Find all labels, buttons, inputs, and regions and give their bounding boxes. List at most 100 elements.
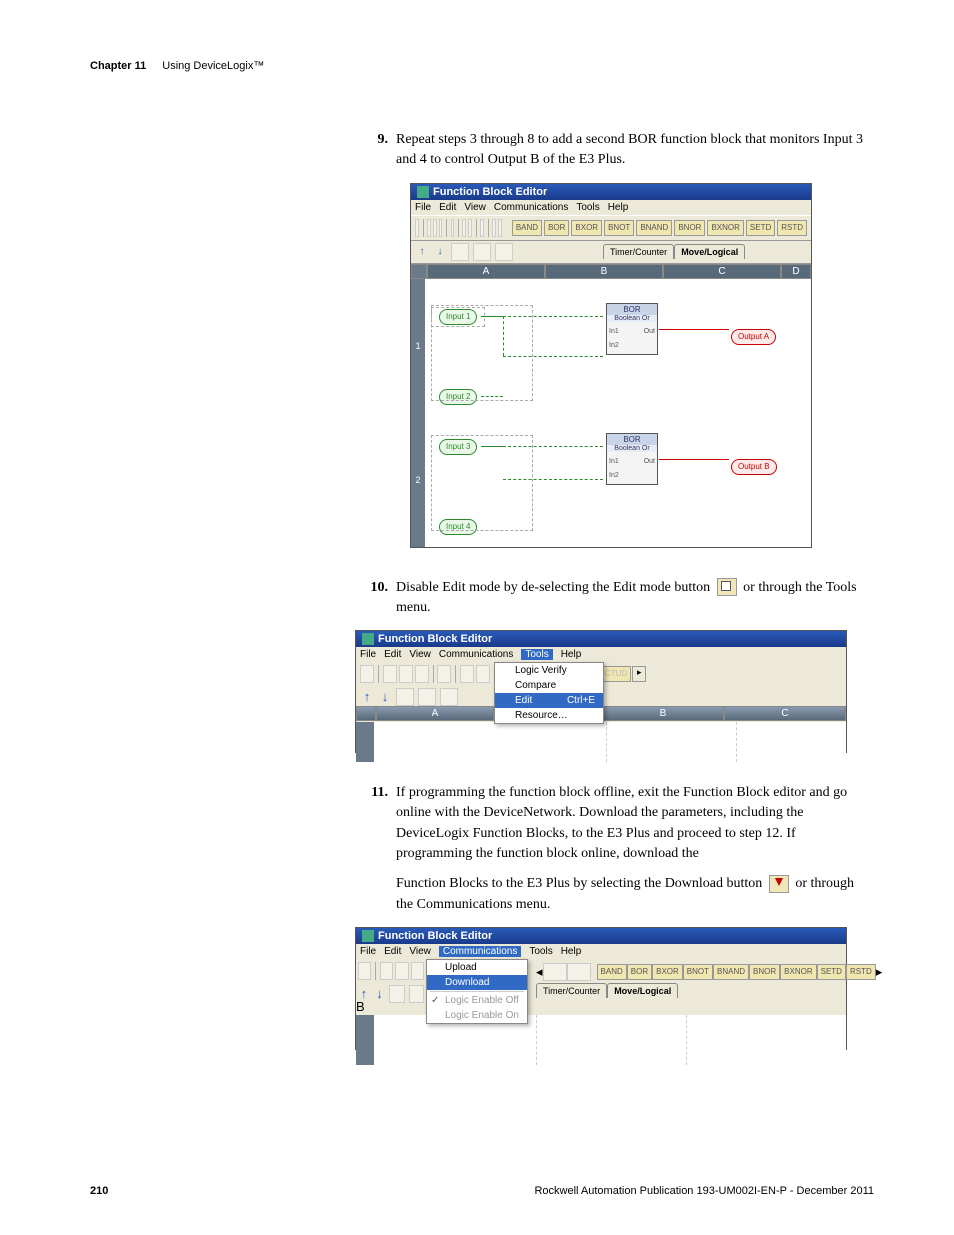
- window-title: Function Block Editor: [356, 928, 846, 944]
- comms-logic-enable-on[interactable]: Logic Enable On: [427, 1008, 527, 1023]
- tab-move-logical[interactable]: Move/Logical: [607, 983, 678, 998]
- tag2-icon[interactable]: [567, 963, 591, 981]
- copy-icon[interactable]: [433, 219, 437, 237]
- download-icon[interactable]: ↓: [433, 245, 447, 259]
- edit-mode-inline-icon: [717, 578, 737, 596]
- fn-bnand[interactable]: BNAND: [636, 220, 672, 236]
- menu-edit[interactable]: Edit: [439, 202, 456, 213]
- copy-icon[interactable]: [399, 665, 413, 683]
- chapter-title: Using DeviceLogix™: [162, 60, 264, 72]
- menu-tools[interactable]: Tools: [576, 202, 599, 213]
- toolbar-main: BAND BOR BXOR BNOT BNAND BNOR BXNOR SETD…: [411, 215, 811, 241]
- fn-band[interactable]: BAND: [512, 220, 542, 236]
- comms-download[interactable]: Download: [427, 975, 527, 990]
- zoom-in-icon[interactable]: [462, 219, 466, 237]
- tools-edit[interactable]: EditCtrl+E: [495, 693, 603, 708]
- edit-mode-icon[interactable]: [437, 665, 451, 683]
- fn-setd[interactable]: SETD: [746, 220, 775, 236]
- binoc-icon[interactable]: [396, 688, 414, 706]
- comms-logic-enable-off[interactable]: Logic Enable Off: [427, 993, 527, 1008]
- scroll-right-icon[interactable]: ▸: [632, 666, 646, 682]
- menu-communications[interactable]: Communications: [439, 649, 513, 660]
- spark-icon[interactable]: [495, 243, 513, 261]
- zoom-out-icon[interactable]: [468, 219, 472, 237]
- menu-tools[interactable]: Tools: [521, 649, 552, 660]
- cut-icon[interactable]: [380, 962, 393, 980]
- menu-tools[interactable]: Tools: [529, 946, 552, 957]
- menu-file[interactable]: File: [360, 946, 376, 957]
- fn-bnot[interactable]: BNOT: [604, 220, 634, 236]
- comms-upload[interactable]: Upload: [427, 960, 527, 975]
- download-icon[interactable]: ↓: [378, 690, 392, 704]
- fn-bor[interactable]: BOR: [627, 964, 652, 980]
- menu-file[interactable]: File: [415, 202, 431, 213]
- tab-timer-counter[interactable]: Timer/Counter: [536, 983, 607, 998]
- verify-icon[interactable]: [480, 219, 484, 237]
- upload-icon[interactable]: ↑: [360, 690, 374, 704]
- step-11: 11. If programming the function block of…: [360, 783, 864, 864]
- tab-move-logical[interactable]: Move/Logical: [674, 244, 745, 259]
- window-title: Function Block Editor: [411, 184, 811, 200]
- tag2-icon[interactable]: [498, 219, 502, 237]
- window-title: Function Block Editor: [356, 631, 846, 647]
- fn-bnot[interactable]: BNOT: [683, 964, 713, 980]
- print-icon[interactable]: [358, 962, 371, 980]
- download-inline-icon: [769, 875, 789, 893]
- gear-icon[interactable]: [418, 688, 436, 706]
- fbe-screenshot-2: Function Block Editor File Edit View Com…: [355, 630, 874, 753]
- fn-bnor[interactable]: BNOR: [749, 964, 780, 980]
- tag-icon[interactable]: [543, 963, 567, 981]
- menu-view[interactable]: View: [464, 202, 486, 213]
- menu-help[interactable]: Help: [561, 946, 582, 957]
- output-b-node[interactable]: Output B: [731, 459, 777, 475]
- upload-icon[interactable]: ↑: [415, 245, 429, 259]
- gear-icon[interactable]: [473, 243, 491, 261]
- zoom-out-icon[interactable]: [476, 665, 490, 683]
- menu-file[interactable]: File: [360, 649, 376, 660]
- fbe-screenshot-3: Function Block Editor File Edit View Com…: [355, 927, 874, 1050]
- fn-setd[interactable]: SETD: [817, 964, 846, 980]
- fn-bxor[interactable]: BXOR: [571, 220, 602, 236]
- menu-bar: File Edit View Communications Tools Help: [356, 944, 846, 959]
- menu-edit[interactable]: Edit: [384, 649, 401, 660]
- menu-view[interactable]: View: [409, 946, 431, 957]
- fn-bxnor[interactable]: BXNOR: [780, 964, 816, 980]
- fn-ctud[interactable]: CTUD: [601, 666, 631, 682]
- fn-rstd[interactable]: RSTD: [846, 964, 876, 980]
- tools-resource[interactable]: Resource…: [495, 708, 603, 723]
- fn-bxnor[interactable]: BXNOR: [707, 220, 743, 236]
- function-block-canvas[interactable]: 1 2 Input 1 Input 2 BOR Boolean Or In1 I…: [411, 279, 811, 547]
- copy-icon[interactable]: [395, 962, 408, 980]
- fn-rstd[interactable]: RSTD: [777, 220, 807, 236]
- fn-bxor[interactable]: BXOR: [652, 964, 683, 980]
- menu-communications[interactable]: Communications: [439, 946, 521, 957]
- output-a-node[interactable]: Output A: [731, 329, 776, 345]
- menu-communications[interactable]: Communications: [494, 202, 568, 213]
- fn-bnor[interactable]: BNOR: [674, 220, 705, 236]
- scroll-right-icon[interactable]: ▸: [876, 964, 883, 980]
- tab-timer-counter[interactable]: Timer/Counter: [603, 244, 674, 259]
- menu-help[interactable]: Help: [561, 649, 582, 660]
- tools-logic-verify[interactable]: Logic Verify: [495, 663, 603, 678]
- tag-icon[interactable]: [492, 219, 496, 237]
- zoom-in-icon[interactable]: [460, 665, 474, 683]
- paste-icon[interactable]: [415, 665, 429, 683]
- cut-icon[interactable]: [427, 219, 431, 237]
- menu-edit[interactable]: Edit: [384, 946, 401, 957]
- fn-bor[interactable]: BOR: [544, 220, 569, 236]
- paste-icon[interactable]: [411, 962, 424, 980]
- tools-compare[interactable]: Compare: [495, 678, 603, 693]
- cut-icon[interactable]: [383, 665, 397, 683]
- spark-icon[interactable]: [440, 688, 458, 706]
- print-icon[interactable]: [415, 219, 419, 237]
- menu-help[interactable]: Help: [608, 202, 629, 213]
- menu-view[interactable]: View: [409, 649, 431, 660]
- edit-mode-icon[interactable]: [451, 219, 455, 237]
- bor-block-1[interactable]: BOR Boolean Or In1 In2 Out: [606, 303, 658, 355]
- bor-block-2[interactable]: BOR Boolean Or In1 In2 Out: [606, 433, 658, 485]
- fn-band[interactable]: BAND: [597, 964, 627, 980]
- fn-bnand[interactable]: BNAND: [713, 964, 749, 980]
- binoc-icon[interactable]: [451, 243, 469, 261]
- paste-icon[interactable]: [439, 219, 443, 237]
- print-icon[interactable]: [360, 665, 374, 683]
